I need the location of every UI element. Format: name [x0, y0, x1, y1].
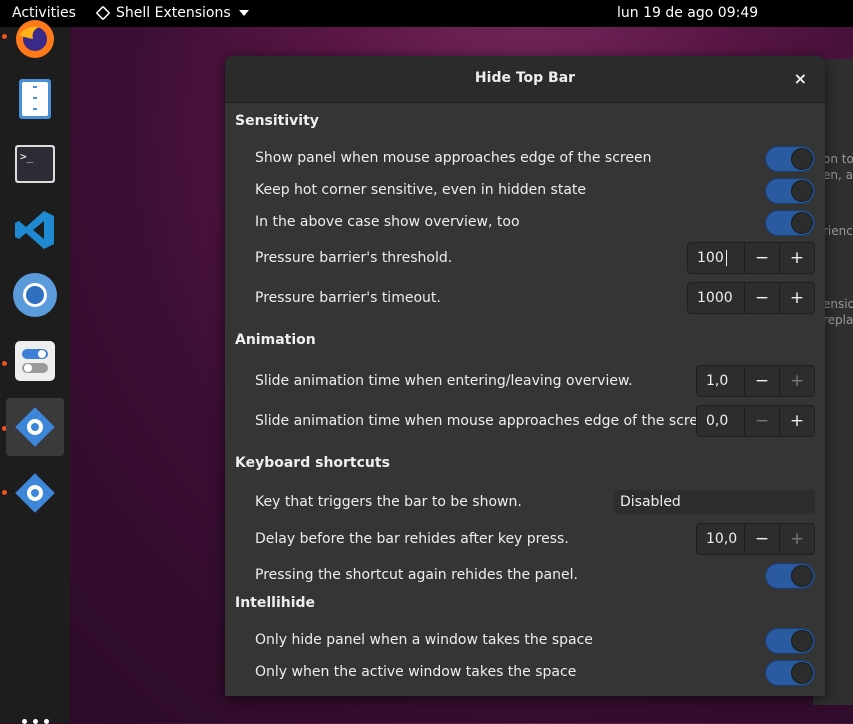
clock[interactable]: lun 19 de ago 09:49 — [617, 5, 758, 21]
section-animation: Animation — [235, 332, 316, 348]
background-text: replac — [823, 313, 853, 327]
dock-item-chromium[interactable] — [6, 266, 64, 324]
chromium-icon — [13, 273, 57, 317]
shortcut-rehides-switch[interactable] — [765, 563, 815, 589]
dock-item-extensions[interactable] — [6, 464, 64, 522]
tweaks-icon — [15, 341, 55, 381]
hot-corner-switch[interactable] — [765, 178, 815, 204]
hide-window-space-label: Only hide panel when a window takes the … — [255, 632, 593, 648]
rehide-delay-label: Delay before the bar rehides after key p… — [255, 531, 569, 547]
rehide-delay-value[interactable]: 10,0 — [697, 524, 744, 554]
top-bar: Activities Shell Extensions lun 19 de ag… — [0, 0, 853, 27]
increment-button: + — [779, 366, 814, 396]
extensions-icon — [15, 407, 55, 447]
dock-item-extensions-active[interactable] — [6, 398, 64, 456]
background-text: ensio — [823, 297, 853, 311]
background-text: rienc — [823, 224, 853, 238]
text-cursor — [725, 250, 727, 266]
decrement-button: − — [744, 406, 779, 436]
anim-mouse-label: Slide animation time when mouse approach… — [255, 413, 720, 429]
trigger-key-accelerator[interactable]: Disabled — [614, 490, 815, 514]
show-applications-icon[interactable] — [22, 719, 49, 724]
show-panel-mouse-switch[interactable] — [765, 146, 815, 172]
active-window-space-switch[interactable] — [765, 660, 815, 686]
decrement-button[interactable]: − — [744, 524, 779, 554]
hide-window-space-switch[interactable] — [765, 628, 815, 654]
dialog-title: Hide Top Bar — [474, 70, 576, 86]
dock-item-tweaks[interactable] — [6, 332, 64, 390]
anim-mouse-spinbutton[interactable]: 0,0 − + — [696, 405, 815, 437]
active-window-space-label: Only when the active window takes the sp… — [255, 664, 577, 680]
rehide-delay-spinbutton[interactable]: 10,0 − + — [696, 523, 815, 555]
anim-overview-value[interactable]: 1,0 — [697, 366, 744, 396]
increment-button: + — [779, 524, 814, 554]
pressure-timeout-spinbutton[interactable]: 1000 − + — [687, 282, 815, 314]
firefox-icon — [16, 20, 54, 58]
extensions-app-icon — [95, 5, 111, 21]
dock-item-firefox[interactable] — [6, 10, 64, 68]
background-text: on to — [823, 152, 853, 166]
chevron-down-icon — [238, 10, 249, 16]
section-keyboard-shortcuts: Keyboard shortcuts — [235, 455, 390, 471]
section-sensitivity: Sensitivity — [235, 113, 319, 129]
dock-item-files[interactable] — [6, 70, 64, 128]
dialog-titlebar: Hide Top Bar × — [225, 56, 825, 103]
extensions-icon — [15, 473, 55, 513]
pressure-timeout-label: Pressure barrier's timeout. — [255, 290, 441, 306]
section-intellihide: Intellihide — [235, 595, 316, 611]
files-icon — [19, 79, 51, 119]
app-menu[interactable]: Shell Extensions — [95, 5, 249, 21]
dock-item-terminal[interactable]: >_ — [6, 135, 64, 193]
pressure-timeout-value[interactable]: 1000 — [688, 283, 744, 313]
pressure-threshold-label: Pressure barrier's threshold. — [255, 250, 453, 266]
terminal-icon: >_ — [15, 145, 55, 183]
show-overview-label: In the above case show overview, too — [255, 214, 520, 230]
close-icon[interactable]: × — [794, 69, 807, 88]
svg-text:>_: >_ — [20, 150, 34, 163]
decrement-button[interactable]: − — [744, 243, 779, 273]
anim-mouse-value[interactable]: 0,0 — [697, 406, 744, 436]
show-panel-mouse-label: Show panel when mouse approaches edge of… — [255, 150, 652, 166]
hide-top-bar-dialog: Hide Top Bar × Sensitivity Show panel wh… — [225, 56, 825, 696]
vscode-icon — [15, 211, 54, 249]
shortcut-rehides-label: Pressing the shortcut again rehides the … — [255, 567, 578, 583]
trigger-key-label: Key that triggers the bar to be shown. — [255, 494, 522, 510]
pressure-threshold-value[interactable]: 100 — [688, 243, 744, 273]
decrement-button[interactable]: − — [744, 283, 779, 313]
background-text: en, an — [823, 168, 853, 182]
pressure-threshold-spinbutton[interactable]: 100 − + — [687, 242, 815, 274]
anim-overview-label: Slide animation time when entering/leavi… — [255, 373, 633, 389]
dock: >_ — [0, 20, 70, 724]
show-overview-switch[interactable] — [765, 210, 815, 236]
increment-button[interactable]: + — [779, 283, 814, 313]
app-menu-label: Shell Extensions — [116, 5, 231, 21]
increment-button[interactable]: + — [779, 243, 814, 273]
decrement-button[interactable]: − — [744, 366, 779, 396]
anim-overview-spinbutton[interactable]: 1,0 − + — [696, 365, 815, 397]
increment-button[interactable]: + — [779, 406, 814, 436]
dock-item-vscode[interactable] — [6, 201, 64, 259]
hot-corner-label: Keep hot corner sensitive, even in hidde… — [255, 182, 587, 198]
